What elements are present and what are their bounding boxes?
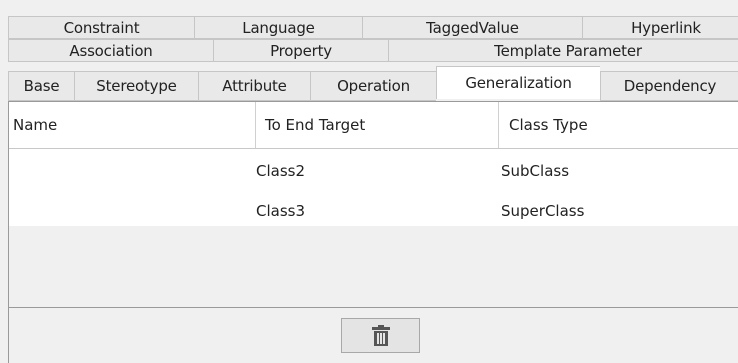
tab-row-1: Constraint Language TaggedValue Hyperlin… — [8, 16, 738, 39]
tab-label: Operation — [337, 77, 410, 95]
table-header: Name To End Target Class Type — [9, 102, 738, 149]
table-row[interactable]: Class2 SubClass — [9, 156, 738, 186]
column-label: Class Type — [509, 116, 588, 134]
tab-label: Language — [242, 18, 315, 37]
tab-label: TaggedValue — [426, 18, 519, 37]
tab-template-parameter[interactable]: Template Parameter — [388, 39, 738, 62]
delete-button[interactable] — [341, 318, 420, 353]
column-header-name[interactable]: Name — [9, 102, 256, 148]
tab-attribute[interactable]: Attribute — [198, 71, 310, 101]
table-row[interactable]: Class3 SuperClass — [9, 196, 738, 226]
tab-constraint[interactable]: Constraint — [8, 16, 194, 39]
tab-label: Property — [270, 41, 332, 60]
tab-association[interactable]: Association — [8, 39, 213, 62]
tab-label: Hyperlink — [631, 18, 701, 37]
cell-class-type: SubClass — [501, 162, 570, 180]
tab-label: Generalization — [465, 74, 572, 92]
cell-class-type: SuperClass — [501, 202, 585, 220]
column-label: To End Target — [265, 116, 366, 134]
column-header-class-type[interactable]: Class Type — [499, 102, 738, 148]
table-empty-area — [9, 226, 738, 307]
column-label: Name — [13, 116, 58, 134]
footer — [8, 308, 738, 363]
tab-stereotype[interactable]: Stereotype — [74, 71, 198, 101]
tab-property[interactable]: Property — [213, 39, 388, 62]
tab-language[interactable]: Language — [194, 16, 362, 39]
tab-hyperlink[interactable]: Hyperlink — [582, 16, 738, 39]
tab-label: Association — [69, 41, 153, 60]
cell-target: Class2 — [256, 162, 306, 180]
tab-row-2: Association Property Template Parameter — [8, 39, 738, 62]
tab-label: Template Parameter — [494, 41, 642, 60]
tab-label: Dependency — [623, 77, 717, 95]
column-header-to-end-target[interactable]: To End Target — [256, 102, 499, 148]
tab-generalization[interactable]: Generalization — [436, 66, 600, 99]
tab-row-3: Base Stereotype Attribute Operation Gene… — [8, 66, 738, 101]
generalization-table: Name To End Target Class Type Class2 Sub… — [8, 101, 738, 308]
tab-taggedvalue[interactable]: TaggedValue — [362, 16, 582, 39]
trash-icon — [371, 324, 390, 346]
tab-base[interactable]: Base — [8, 71, 74, 101]
tab-label: Attribute — [222, 77, 287, 95]
tab-operation[interactable]: Operation — [310, 71, 436, 101]
tab-label: Constraint — [63, 18, 140, 37]
tab-label: Base — [23, 77, 60, 95]
tab-dependency[interactable]: Dependency — [600, 71, 738, 101]
cell-target: Class3 — [256, 202, 306, 220]
tab-label: Stereotype — [96, 77, 177, 95]
